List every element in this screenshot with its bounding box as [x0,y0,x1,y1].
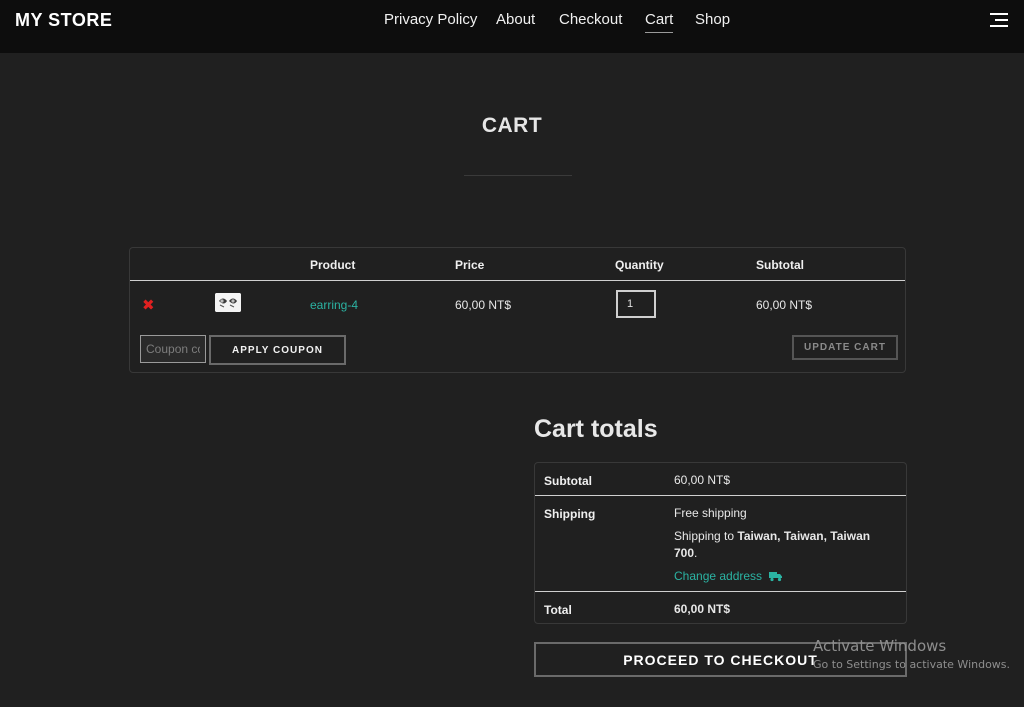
totals-divider [535,495,906,496]
shipping-to-prefix: Shipping to [674,529,738,543]
quantity-input[interactable] [616,290,656,318]
earring-image-icon [215,293,241,312]
proceed-to-checkout-button[interactable]: PROCEED TO CHECKOUT [534,642,907,677]
main-nav: Privacy Policy About Checkout Cart Shop [0,11,1024,37]
total-label: Total [544,603,572,617]
item-price: 60,00 NT$ [455,298,512,312]
shipping-destination: Shipping to Taiwan, Taiwan, Taiwan 700. [674,528,889,562]
cart-totals-table: Subtotal 60,00 NT$ Shipping Free shippin… [534,462,907,624]
change-address-row: Change address [674,568,783,585]
col-header-quantity: Quantity [615,258,664,272]
page-title: CART [481,114,543,137]
nav-shop[interactable]: Shop [695,11,730,32]
cart-totals-heading: Cart totals [534,415,658,443]
nav-privacy-policy[interactable]: Privacy Policy [384,11,477,32]
shipping-label: Shipping [544,507,596,521]
coupon-code-input[interactable] [140,335,206,363]
subtotal-value: 60,00 NT$ [674,473,731,487]
nav-checkout[interactable]: Checkout [559,11,622,32]
product-name-link[interactable]: earring-4 [310,298,358,312]
truck-icon[interactable] [769,571,783,582]
totals-divider [535,591,906,592]
title-divider [464,175,572,176]
change-address-link[interactable]: Change address [674,569,762,583]
subtotal-label: Subtotal [544,474,592,488]
col-header-product: Product [310,258,356,272]
nav-about[interactable]: About [496,11,535,32]
update-cart-button[interactable]: UPDATE CART [792,335,898,360]
shipping-method: Free shipping [674,506,747,520]
remove-item-icon[interactable]: ✖ [142,298,155,314]
header-divider [130,280,905,281]
item-subtotal: 60,00 NT$ [756,298,813,312]
apply-coupon-button[interactable]: APPLY COUPON [209,335,346,365]
col-header-price: Price [455,258,485,272]
cart-table: Product Price Quantity Subtotal ✖ earrin… [129,247,906,373]
nav-cart[interactable]: Cart [645,11,674,33]
total-value: 60,00 NT$ [674,602,731,616]
product-thumbnail[interactable] [215,293,241,312]
hamburger-icon[interactable] [990,13,1008,29]
shipping-to-suffix: . [694,546,698,560]
site-header: MY STORE Privacy Policy About Checkout C… [0,0,1024,53]
col-header-subtotal: Subtotal [756,258,804,272]
